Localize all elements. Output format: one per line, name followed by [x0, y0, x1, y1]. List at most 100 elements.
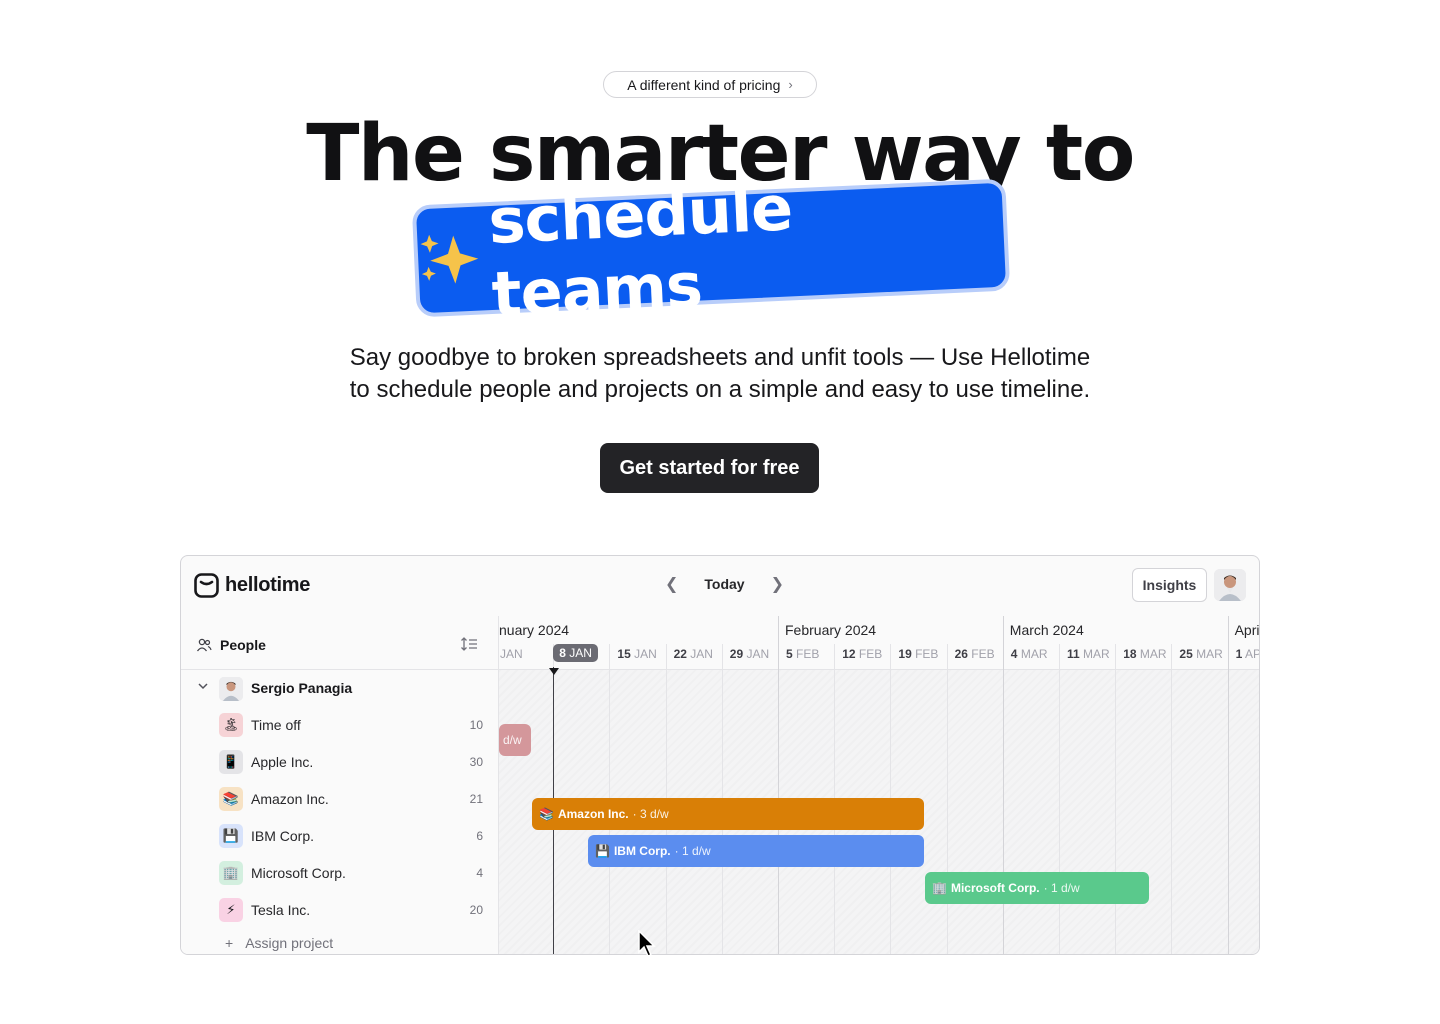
project-label: Apple Inc.: [251, 754, 314, 770]
hellotime-logo-icon: [194, 573, 219, 598]
chevron-down-icon[interactable]: [197, 680, 209, 695]
week-label: 25 MAR: [1179, 647, 1223, 661]
office-icon: 🏢: [932, 881, 947, 895]
bar-detail: · 3 d/w: [632, 807, 669, 821]
highlight-text: schedule teams: [486, 171, 794, 331]
sort-icon[interactable]: [460, 636, 478, 655]
week-label: 26 FEB: [954, 647, 995, 661]
bar-detail: · 1 d/w: [1043, 881, 1080, 895]
project-label: Amazon Inc.: [251, 791, 329, 807]
subtitle: Say goodbye to broken spreadsheets and u…: [0, 342, 1440, 406]
month-label: February 2024: [785, 622, 877, 638]
project-row-microsoft[interactable]: 🏢 Microsoft Corp. 4: [181, 855, 499, 892]
week-day: 19: [898, 647, 912, 661]
week-day: 1: [1235, 647, 1243, 661]
office-icon: 🏢: [219, 861, 243, 885]
week-gridline: [1171, 644, 1173, 954]
week-label: 11 MAR: [1067, 647, 1110, 661]
week-label: 12 FEB: [842, 647, 883, 661]
hellotime-logo[interactable]: hellotime: [194, 573, 310, 598]
bar-label: d/w: [503, 733, 522, 747]
bar-time-off[interactable]: d/w: [499, 724, 531, 756]
week-gridline: [1115, 644, 1117, 954]
logo-text: hellotime: [225, 574, 311, 596]
app-preview: hellotime ❮ Today ❯ Insights People Serg…: [180, 555, 1260, 955]
books-icon: 📚: [539, 807, 554, 821]
timeline-header: [499, 616, 1259, 670]
project-label: IBM Corp.: [251, 828, 315, 844]
month-label: nuary 2024: [499, 622, 570, 638]
week-day: 5: [786, 647, 793, 661]
project-label: Time off: [251, 717, 301, 733]
bar-label: IBM Corp.: [613, 844, 671, 858]
month-label: March 2024: [1009, 622, 1084, 638]
week-label: 29 JAN: [729, 647, 770, 661]
get-started-button[interactable]: Get started for free: [600, 443, 819, 493]
week-gridline: [1059, 644, 1060, 954]
books-icon: 📚: [219, 787, 243, 811]
timeline: JAN 8 JAN 15 JAN 22 JAN 29 JAN 5 FEB 12 FEB 19 …: [499, 616, 1260, 954]
week-label: 15 JAN: [617, 647, 657, 661]
bar-detail: · 1 d/w: [674, 844, 711, 858]
person-name: Sergio Panagia: [251, 680, 353, 696]
week-day: 8: [559, 646, 566, 660]
project-label: Tesla Inc.: [251, 902, 311, 918]
project-row-time-off[interactable]: 🏝 Time off 10: [181, 707, 499, 744]
week-label: 4 MAR: [1010, 647, 1048, 661]
project-row-ibm[interactable]: 💾 IBM Corp. 6: [181, 818, 499, 855]
person-avatar: [219, 677, 243, 701]
week-day: 4: [1010, 647, 1018, 661]
week-day: 29: [729, 647, 744, 661]
project-row-amazon[interactable]: 📚 Amazon Inc. 21: [181, 781, 499, 818]
people-header: People: [181, 616, 499, 670]
insights-button[interactable]: Insights: [1132, 568, 1207, 602]
app-topbar: hellotime ❮ Today ❯ Insights: [181, 556, 1259, 616]
project-count: 21: [469, 792, 483, 806]
assign-project-button[interactable]: + Assign project: [225, 935, 333, 951]
project-label: Microsoft Corp.: [251, 865, 346, 881]
person-row[interactable]: Sergio Panagia: [181, 670, 499, 707]
project-count: 30: [469, 755, 483, 769]
lightning-icon: ⚡: [219, 898, 243, 922]
today-marker-tip: [549, 668, 559, 675]
highlight-badge: schedule teams: [411, 171, 1011, 331]
week-day: 25: [1179, 647, 1193, 661]
mouse-cursor-icon: [638, 930, 656, 957]
bar-amazon[interactable]: 📚 Amazon Inc. · 3 d/w: [532, 798, 924, 830]
project-count: 10: [469, 718, 483, 732]
subtitle-line-1: Say goodbye to broken spreadsheets and u…: [349, 344, 1091, 371]
month-label: April 20: [1234, 622, 1260, 638]
week-label: 5 FEB: [786, 647, 820, 661]
chevron-right-icon: ›: [788, 77, 793, 92]
chevron-left-icon[interactable]: ❮: [665, 574, 678, 594]
today-button[interactable]: Today: [704, 576, 744, 592]
chevron-right-icon[interactable]: ❯: [771, 574, 784, 594]
week-label-today: 8 JAN: [553, 644, 598, 662]
timeline-nav: ❮ Today ❯: [665, 574, 784, 594]
week-day: 22: [673, 647, 687, 661]
pricing-pill[interactable]: A different kind of pricing ›: [603, 71, 817, 98]
week-label: 22 JAN: [673, 647, 713, 661]
week-day: 12: [842, 647, 856, 661]
week-label: 19 FEB: [898, 647, 939, 661]
subtitle-line-2: to schedule people and projects on a sim…: [349, 376, 1091, 403]
week-gridline: [946, 644, 948, 954]
bar-microsoft[interactable]: 🏢 Microsoft Corp. · 1 d/w: [925, 872, 1149, 904]
week-label: JAN: [500, 647, 523, 661]
week-label: 1 APR: [1235, 647, 1259, 661]
project-row-apple[interactable]: 📱 Apple Inc. 30: [181, 744, 499, 781]
sparkles-icon: [417, 232, 483, 287]
people-panel: People Sergio Panagia 🏝 Time off 10 📱 Ap…: [181, 616, 499, 954]
week-gridline: [1002, 616, 1004, 954]
project-count: 20: [469, 903, 483, 917]
project-row-tesla[interactable]: ⚡ Tesla Inc. 20: [181, 892, 499, 929]
pricing-pill-label: A different kind of pricing: [627, 76, 781, 93]
bar-ibm[interactable]: 💾 IBM Corp. · 1 d/w: [588, 835, 924, 867]
bar-label: Microsoft Corp.: [950, 881, 1040, 895]
week-gridline: [778, 616, 779, 954]
floppy-icon: 💾: [595, 844, 610, 858]
bar-label: Amazon Inc.: [557, 807, 629, 821]
week-day: 11: [1067, 647, 1080, 661]
week-gridline: [1227, 616, 1229, 954]
user-avatar[interactable]: [1214, 569, 1246, 601]
